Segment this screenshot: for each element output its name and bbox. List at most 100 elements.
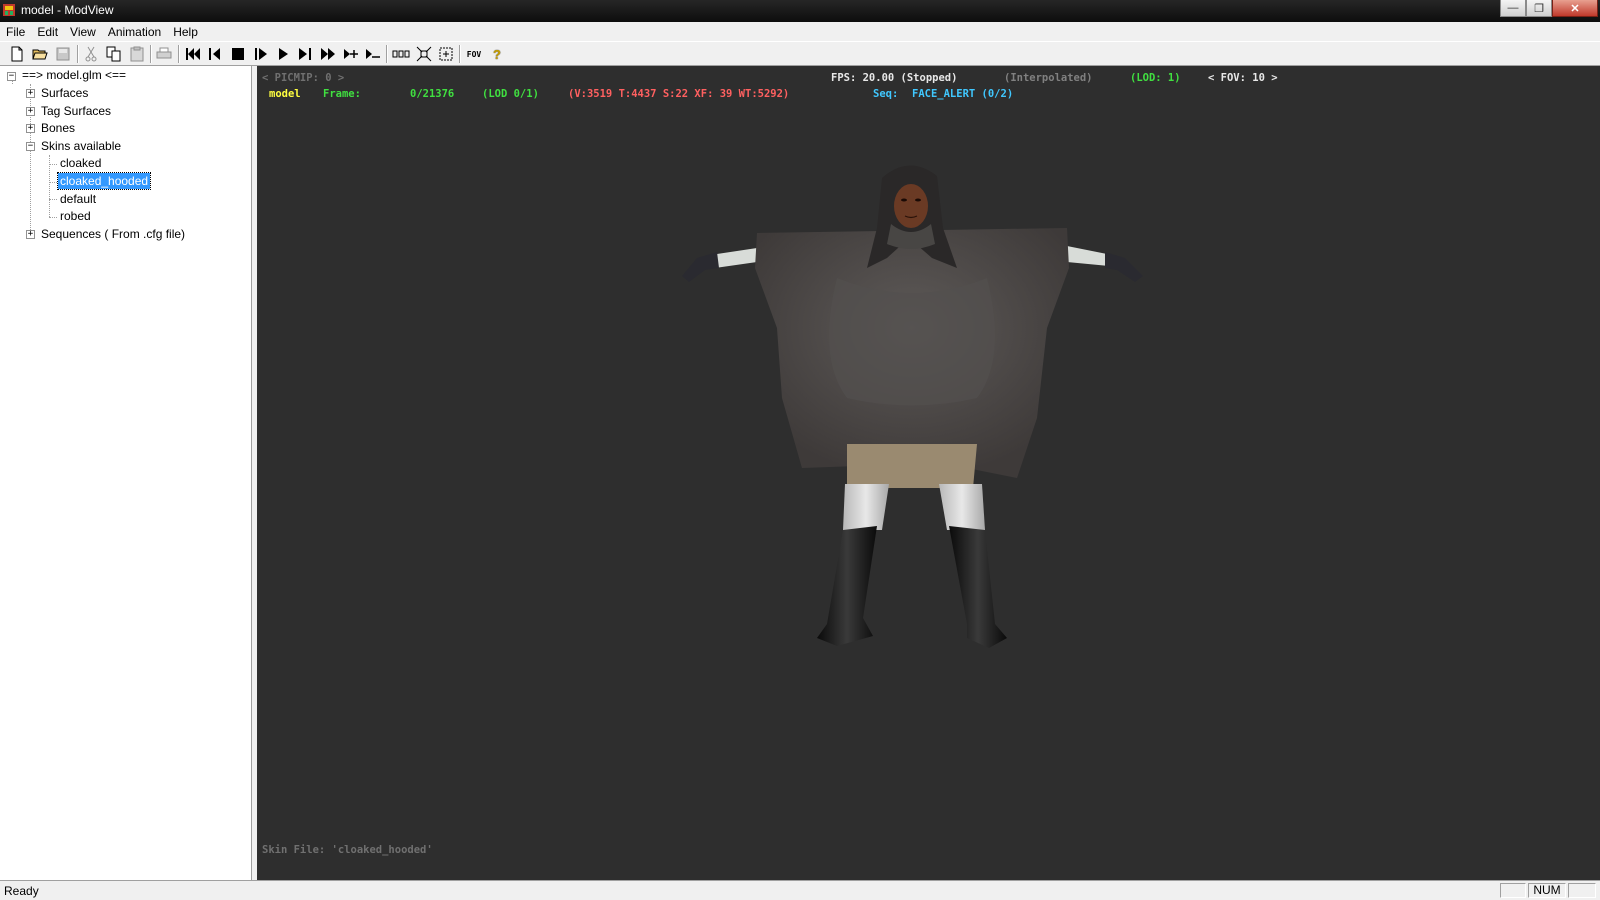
next-frame-button[interactable] [296, 45, 314, 63]
skin-item-default[interactable]: default [60, 191, 96, 207]
play-button[interactable] [274, 45, 292, 63]
tree-line [12, 81, 13, 84]
stop-button[interactable] [229, 45, 247, 63]
lod-up-button[interactable] [342, 45, 360, 63]
tree-line [49, 182, 57, 183]
surfaces-expand-toggle[interactable]: + [26, 89, 35, 98]
minimize-button[interactable]: — [1500, 0, 1526, 17]
new-icon [11, 46, 23, 62]
lod-down-button[interactable] [364, 45, 382, 63]
window-title: model - ModView [21, 3, 114, 17]
status-bar: Ready NUM [0, 880, 1600, 900]
left-leg [843, 484, 889, 530]
skins-collapse-toggle[interactable]: − [26, 142, 35, 151]
tree-item-skins[interactable]: Skins available [41, 138, 121, 154]
skin-item-robed[interactable]: robed [60, 208, 91, 224]
rewind-button[interactable] [184, 45, 202, 63]
toolbar: FOV ? [0, 41, 1600, 66]
cut-button[interactable] [82, 45, 100, 63]
seq-label: Seq: [873, 88, 899, 100]
restore-icon: ❐ [1534, 2, 1544, 15]
tree-root[interactable]: ==> model.glm <== [22, 67, 126, 83]
fast-forward-button[interactable] [319, 45, 337, 63]
skin-file-readout: Skin File: 'cloaked_hooded' [262, 844, 433, 856]
title-bar: model - ModView — ❐ ✕ [0, 0, 1600, 22]
sequences-expand-toggle[interactable]: + [26, 230, 35, 239]
save-button[interactable] [54, 45, 72, 63]
status-text: Ready [4, 884, 39, 898]
save-icon [56, 47, 70, 61]
status-panel-blank [1568, 883, 1596, 898]
toolbar-separator [178, 45, 179, 63]
tree-line [49, 217, 57, 218]
toolbar-separator [459, 45, 460, 63]
fps-readout: FPS: 20.00 (Stopped) [831, 72, 958, 84]
tree-item-surfaces[interactable]: Surfaces [41, 85, 88, 101]
toolbar-separator [386, 45, 387, 63]
cut-icon [85, 46, 97, 62]
tree-item-tag-surfaces[interactable]: Tag Surfaces [41, 103, 111, 119]
new-button[interactable] [8, 45, 26, 63]
zoom-fit-icon [416, 46, 432, 62]
play-icon [279, 48, 288, 60]
paste-icon [130, 46, 144, 62]
model-tree: − ==> model.glm <== + Surfaces + Tag Sur… [0, 66, 252, 880]
window-controls: — ❐ ✕ [1500, 0, 1598, 18]
bbox-button[interactable] [437, 45, 455, 63]
tag-surfaces-expand-toggle[interactable]: + [26, 107, 35, 116]
menu-bar: File Edit View Animation Help [0, 22, 1600, 41]
model-label: model [269, 88, 301, 100]
print-icon [156, 47, 172, 59]
close-icon: ✕ [1570, 2, 1580, 15]
frame-value: 0/21376 [410, 88, 455, 100]
face [894, 184, 928, 228]
step-back-button[interactable] [206, 45, 224, 63]
step-back-icon [209, 48, 220, 60]
menu-view[interactable]: View [64, 25, 102, 39]
step-forward-icon [255, 48, 267, 60]
tree-item-bones[interactable]: Bones [41, 120, 75, 136]
zoom-fit-button[interactable] [415, 45, 433, 63]
skin-item-cloaked-hooded[interactable]: cloaked_hooded [56, 172, 152, 190]
menu-help[interactable]: Help [167, 25, 204, 39]
next-frame-icon [299, 48, 311, 60]
bones-expand-toggle[interactable]: + [26, 124, 35, 133]
tree-line [49, 199, 57, 200]
tree-item-sequences[interactable]: Sequences ( From .cfg file) [41, 226, 185, 242]
paste-button[interactable] [128, 45, 146, 63]
help-icon: ? [493, 46, 501, 62]
wireframe-button[interactable] [392, 45, 410, 63]
num-lock-indicator: NUM [1528, 883, 1566, 898]
tunic-skirt [847, 444, 977, 488]
fast-forward-icon [321, 48, 335, 60]
fov-readout: < FOV: 10 > [1208, 72, 1278, 84]
lod-readout: (LOD: 1) [1130, 72, 1181, 84]
step-forward-button[interactable] [252, 45, 270, 63]
picmip-readout: < PICMIP: 0 > [262, 72, 345, 84]
help-button[interactable]: ? [488, 45, 506, 63]
lod-down-icon [366, 49, 380, 59]
right-leg [939, 484, 985, 530]
toolbar-separator [150, 45, 151, 63]
left-boot [817, 526, 877, 646]
3d-viewport[interactable]: < PICMIP: 0 > FPS: 20.00 (Stopped) (Inte… [257, 66, 1600, 880]
toolbar-separator [77, 45, 78, 63]
skin-item-cloaked[interactable]: cloaked [60, 155, 101, 171]
menu-edit[interactable]: Edit [31, 25, 64, 39]
interpolated-readout: (Interpolated) [1004, 72, 1093, 84]
copy-button[interactable] [105, 45, 123, 63]
menu-animation[interactable]: Animation [102, 25, 167, 39]
lod-count: (LOD 0/1) [482, 88, 539, 100]
minimize-icon: — [1507, 2, 1519, 14]
close-button[interactable]: ✕ [1552, 0, 1598, 17]
maximize-button[interactable]: ❐ [1526, 0, 1552, 17]
menu-file[interactable]: File [0, 25, 31, 39]
print-button[interactable] [155, 45, 173, 63]
open-button[interactable] [31, 45, 49, 63]
rewind-icon [186, 48, 200, 60]
right-boot [949, 526, 1007, 648]
root-collapse-toggle[interactable]: − [7, 72, 16, 81]
app-icon [3, 4, 15, 16]
fov-button[interactable]: FOV [465, 45, 483, 63]
frame-label: Frame: [323, 88, 361, 100]
